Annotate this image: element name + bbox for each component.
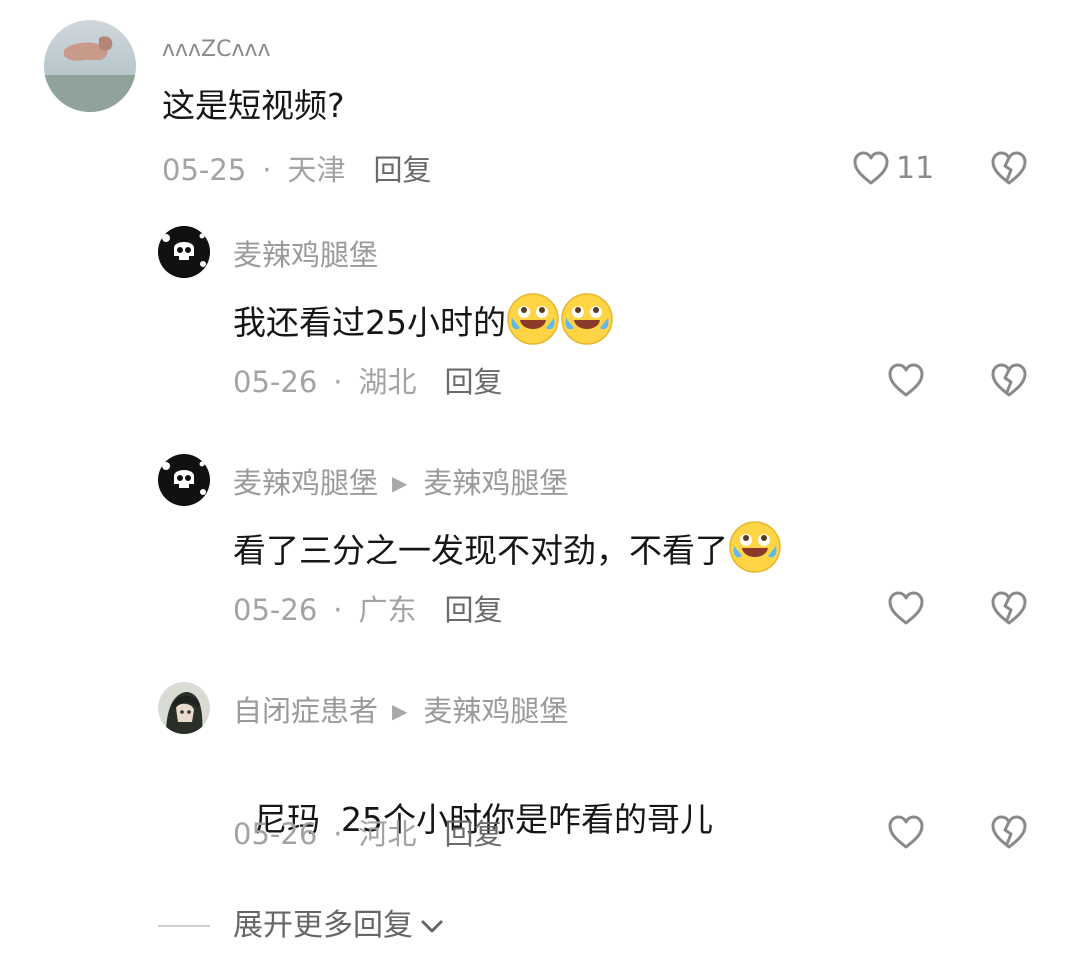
broken-heart-icon (991, 591, 1027, 625)
heart-outline-icon (853, 151, 889, 185)
avatar[interactable] (158, 226, 210, 278)
reply-date: 05-26 (233, 593, 318, 627)
like-count: 11 (896, 150, 935, 186)
avatar[interactable] (158, 454, 210, 506)
divider (158, 925, 210, 927)
heart-outline-icon (888, 363, 924, 397)
reply-date: 05-26 (233, 817, 318, 851)
reply-text: 我还看过25小时的 (233, 292, 614, 347)
reply-meta: 05-26 · 湖北 回复 (233, 362, 503, 402)
like-button[interactable] (887, 814, 925, 854)
crying-laughing-emoji (728, 520, 782, 574)
separator: · (333, 593, 343, 627)
separator: · (333, 365, 343, 399)
comment-meta: 05-25 · 天津 回复 (162, 150, 432, 190)
broken-heart-icon (991, 363, 1027, 397)
reply-button[interactable]: 回复 (445, 593, 503, 627)
separator: · (262, 153, 272, 187)
expand-more-label: 展开更多回复 (233, 908, 413, 943)
heart-outline-icon (888, 591, 924, 625)
crying-laughing-emoji (506, 292, 560, 346)
reply-location: 河北 (358, 817, 417, 851)
like-button[interactable] (887, 590, 925, 630)
user-avatar-image (44, 20, 136, 112)
broken-heart-icon (991, 151, 1027, 185)
avatar[interactable] (158, 682, 210, 734)
reply-username[interactable]: 麦辣鸡腿堡 (233, 237, 378, 273)
crying-laughing-emoji (560, 292, 614, 346)
broken-heart-icon (991, 815, 1027, 849)
reply-meta: 05-26 · 河北 回复 (233, 814, 503, 854)
like-button[interactable]: 11 (852, 150, 934, 186)
reply-meta: 05-26 · 广东 回复 (233, 590, 503, 630)
comment-username[interactable]: ʌʌʌZCʌʌʌ (162, 32, 271, 68)
anime-avatar-image (158, 682, 210, 734)
separator: · (333, 817, 343, 851)
reply-button[interactable]: 回复 (374, 153, 432, 187)
comment-text: 这是短视频? (162, 86, 345, 125)
like-button[interactable] (887, 362, 925, 402)
avatar[interactable] (44, 20, 136, 112)
chevron-down-icon (421, 920, 443, 933)
reply-button[interactable]: 回复 (445, 817, 503, 851)
reply-to-username[interactable]: 麦辣鸡腿堡 (423, 466, 568, 500)
reply-username[interactable]: 麦辣鸡腿堡 ▶ 麦辣鸡腿堡 (233, 465, 568, 501)
reply-username[interactable]: 自闭症患者 ▶ 麦辣鸡腿堡 (233, 693, 568, 729)
dislike-button[interactable] (990, 362, 1028, 402)
dislike-button[interactable] (990, 814, 1028, 854)
triangle-right-icon: ▶ (392, 471, 408, 495)
dislike-button[interactable] (990, 150, 1028, 190)
reply-button[interactable]: 回复 (445, 365, 503, 399)
skull-avatar-image (158, 226, 210, 278)
dislike-button[interactable] (990, 590, 1028, 630)
skull-avatar-image (158, 454, 210, 506)
reply-location: 广东 (358, 593, 417, 627)
reply-text: 看了三分之一发现不对劲，不看了 (233, 520, 782, 575)
expand-more-replies-button[interactable]: 展开更多回复 (233, 906, 445, 946)
comment-date: 05-25 (162, 153, 247, 187)
comment-location: 天津 (287, 153, 346, 187)
heart-outline-icon (888, 815, 924, 849)
triangle-right-icon: ▶ (392, 699, 408, 723)
reply-location: 湖北 (358, 365, 417, 399)
reply-to-username[interactable]: 麦辣鸡腿堡 (423, 694, 568, 728)
reply-date: 05-26 (233, 365, 318, 399)
